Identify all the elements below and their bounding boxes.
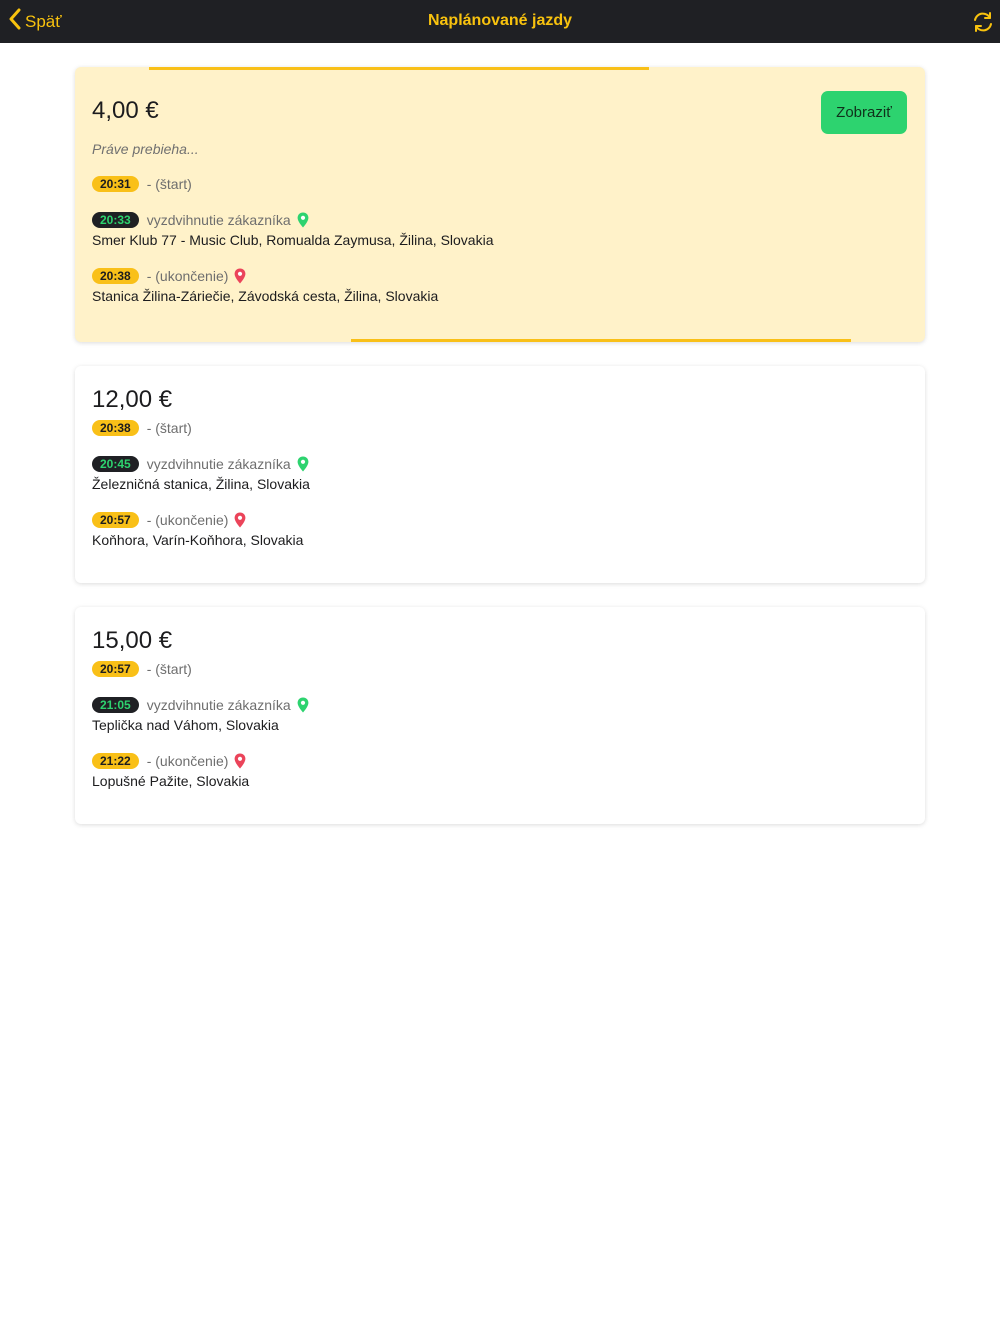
end-address: Koňhora, Varín-Koňhora, Slovakia [92,532,304,548]
stop-end: 20:38 - (ukončenie) Stanica Žilina-Zárie… [92,267,438,304]
navbar: Späť Naplánované jazdy [0,0,1000,43]
pickup-time-badge: 20:33 [92,212,139,228]
end-address: Stanica Žilina-Záriečie, Závodská cesta,… [92,288,439,304]
map-pin-green-icon[interactable] [297,212,309,228]
end-time-badge: 20:38 [92,268,139,284]
ride-price: 12,00 € [92,386,173,413]
end-address: Lopušné Pažite, Slovakia [92,773,250,789]
stop-start: 20:38 - (štart) [92,419,192,437]
map-pin-red-icon[interactable] [234,512,246,528]
ride-card[interactable]: 15,00 € 20:57 - (štart) 21:05 vyzdvihnut… [75,607,925,824]
stop-start: 20:31 - (štart) [92,175,192,193]
pickup-time-badge: 21:05 [92,697,139,713]
end-label: - (ukončenie) [146,512,229,528]
map-pin-green-icon[interactable] [297,456,309,472]
end-time-badge: 20:57 [92,512,139,528]
ride-price: 4,00 € [92,97,159,124]
stop-pickup: 21:05 vyzdvihnutie zákazníka Teplička na… [92,696,309,733]
show-ride-button[interactable]: Zobraziť [821,91,907,134]
start-label: - (štart) [146,661,192,677]
pickup-address: Smer Klub 77 - Music Club, Romualda Zaym… [92,232,494,248]
stop-start: 20:57 - (štart) [92,660,192,678]
progress-bar-bottom [351,339,851,342]
start-label: - (štart) [146,420,192,436]
end-label: - (ukončenie) [146,753,229,769]
start-label: - (štart) [146,176,192,192]
stop-end: 20:57 - (ukončenie) Koňhora, Varín-Koňho… [92,511,303,548]
end-label: - (ukončenie) [146,268,229,284]
map-pin-red-icon[interactable] [234,268,246,284]
pickup-address: Teplička nad Váhom, Slovakia [92,717,279,733]
stop-pickup: 20:45 vyzdvihnutie zákazníka Železničná … [92,455,310,492]
start-time-badge: 20:57 [92,661,139,677]
pickup-label: vyzdvihnutie zákazníka [146,456,291,472]
map-pin-red-icon[interactable] [234,753,246,769]
pickup-label: vyzdvihnutie zákazníka [146,697,291,713]
end-time-badge: 21:22 [92,753,139,769]
refresh-icon[interactable] [970,9,996,35]
pickup-label: vyzdvihnutie zákazníka [146,212,291,228]
ride-status: Práve prebieha... [92,141,199,157]
page-title: Naplánované jazdy [427,12,573,29]
stop-end: 21:22 - (ukončenie) Lopušné Pažite, Slov… [92,752,249,789]
progress-bar-top [149,67,649,70]
pickup-address: Železničná stanica, Žilina, Slovakia [92,476,310,492]
map-pin-green-icon[interactable] [297,697,309,713]
stop-pickup: 20:33 vyzdvihnutie zákazníka Smer Klub 7… [92,211,494,248]
start-time-badge: 20:38 [92,420,139,436]
ride-card-active: 4,00 € Zobraziť Práve prebieha... 20:31 … [75,67,925,342]
ride-card[interactable]: 12,00 € 20:38 - (štart) 20:45 vyzdvihnut… [75,366,925,583]
ride-price: 15,00 € [92,627,173,654]
pickup-time-badge: 20:45 [92,456,139,472]
start-time-badge: 20:31 [92,176,139,192]
